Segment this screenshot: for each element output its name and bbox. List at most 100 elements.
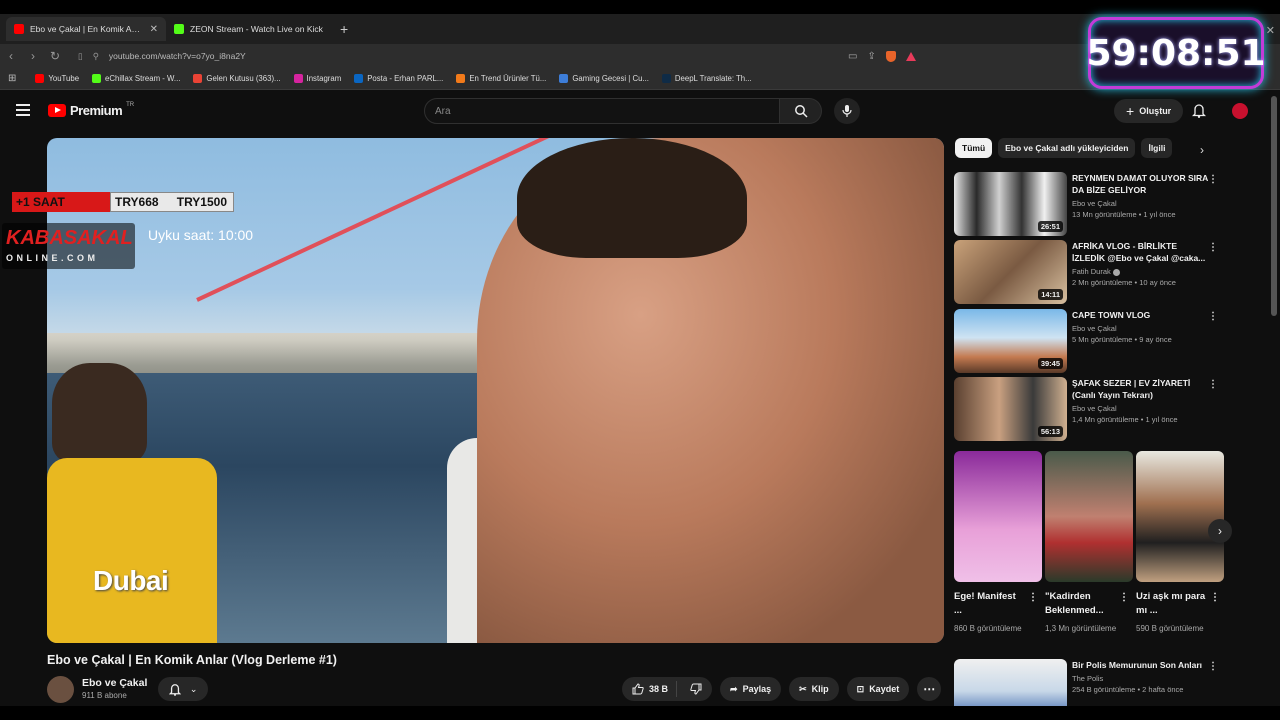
close-tab-icon[interactable]: ✕ bbox=[150, 24, 158, 35]
recommendation-item[interactable]: 56:13 ŞAFAK SEZER | EV ZİYARETİ (Canlı Y… bbox=[954, 377, 1224, 441]
brave-shield-icon[interactable] bbox=[885, 50, 896, 62]
more-icon: ⋯ bbox=[923, 682, 936, 696]
bookmark-deepl[interactable]: DeepL Translate: Th... bbox=[661, 74, 752, 83]
bookmark-label: eChillax Stream - W... bbox=[105, 74, 181, 83]
shorts-shelf: Ege! Manifest ... 860 B görüntüleme ⋮ "K… bbox=[954, 451, 1224, 651]
tab-youtube[interactable]: Ebo ve Çakal | En Komik Anlar ✕ bbox=[6, 17, 166, 41]
save-button[interactable]: ⊡ Kaydet bbox=[846, 677, 910, 701]
bookmark-label: Posta - Erhan PARL... bbox=[367, 74, 444, 83]
short-item[interactable]: Ege! Manifest ... 860 B görüntüleme ⋮ bbox=[954, 451, 1042, 635]
chip-all[interactable]: Tümü bbox=[955, 138, 993, 158]
page-scrollbar[interactable] bbox=[1271, 96, 1277, 316]
bookmark-trendyol[interactable]: En Trend Ürünler Tü... bbox=[456, 74, 546, 83]
site-info-icon[interactable]: ⚲ bbox=[93, 51, 99, 62]
more-vertical-icon[interactable]: ⋮ bbox=[1119, 592, 1129, 603]
bookmark-outlook[interactable]: Posta - Erhan PARL... bbox=[354, 74, 443, 83]
gaming-icon bbox=[559, 74, 569, 83]
more-vertical-icon[interactable]: ⋮ bbox=[1028, 592, 1038, 603]
bookmark-gaming[interactable]: Gaming Gecesi | Cu... bbox=[559, 74, 649, 83]
more-vertical-icon[interactable]: ⋮ bbox=[1208, 311, 1218, 322]
channel-name[interactable]: Ebo ve Çakal bbox=[82, 677, 147, 689]
dislike-button[interactable] bbox=[682, 683, 712, 695]
more-actions-button[interactable]: ⋯ bbox=[917, 677, 942, 701]
instagram-icon bbox=[293, 74, 303, 83]
trendyol-icon bbox=[456, 74, 466, 83]
brave-rewards-icon[interactable] bbox=[905, 51, 916, 61]
forward-icon[interactable]: › bbox=[22, 49, 44, 63]
recommendation-title: REYNMEN DAMAT OLUYOR SIRA DA BİZE GELİYO… bbox=[1072, 173, 1208, 195]
recommendation-title: Bir Polis Memurunun Son Anları bbox=[1072, 660, 1203, 670]
video-duration: 14:11 bbox=[1038, 289, 1063, 300]
share-button[interactable]: ➦ Paylaş bbox=[720, 677, 782, 701]
bookmark-label: En Trend Ürünler Tü... bbox=[469, 74, 547, 83]
chips-next-icon[interactable]: › bbox=[1200, 143, 1204, 157]
clip-button[interactable]: ✂ Klip bbox=[789, 677, 839, 701]
more-vertical-icon[interactable]: ⋮ bbox=[1208, 661, 1218, 672]
bookmark-instagram[interactable]: Instagram bbox=[293, 74, 341, 83]
video-player[interactable]: Dubai bbox=[47, 138, 944, 643]
short-item[interactable]: Uzi aşk mı para mı ... 590 B görüntüleme… bbox=[1136, 451, 1224, 635]
top-black-strip bbox=[0, 0, 1280, 14]
channel-avatar[interactable] bbox=[47, 676, 74, 703]
video-yellow-shirt bbox=[47, 458, 217, 643]
price-1: TRY668 bbox=[115, 195, 159, 209]
like-button[interactable]: 38 B bbox=[622, 681, 678, 697]
create-button[interactable]: + Oluştur bbox=[1114, 99, 1184, 123]
recommendation-meta: 5 Mn görüntüleme • 9 ay önce bbox=[1072, 335, 1172, 344]
subscription-bell-button[interactable]: ⌄ bbox=[158, 677, 208, 701]
recommendation-title: ŞAFAK SEZER | EV ZİYARETİ (Canlı Yayın T… bbox=[1072, 378, 1191, 400]
kick-icon bbox=[92, 74, 102, 83]
tab-kick[interactable]: ZEON Stream - Watch Live on Kick bbox=[166, 17, 334, 41]
bookmark-youtube[interactable]: YouTube bbox=[35, 74, 79, 83]
subscriber-count: 911 B abone bbox=[82, 691, 127, 700]
new-tab-icon[interactable]: + bbox=[340, 21, 348, 37]
address-bar[interactable]: ▯ ⚲ youtube.com/watch?v=o7yo_i8na2Y bbox=[78, 47, 818, 65]
apps-grid-icon[interactable]: ⊞ bbox=[8, 73, 16, 84]
recommendation-item[interactable]: 39:45 CAPE TOWN VLOG Ebo ve Çakal 5 Mn g… bbox=[954, 309, 1224, 373]
recommendation-channel: Ebo ve Çakal bbox=[1072, 404, 1117, 413]
share-page-icon[interactable]: ⇪ bbox=[867, 51, 875, 62]
youtube-premium-logo[interactable]: Premium TR bbox=[48, 102, 134, 118]
shorts-next-button[interactable]: › bbox=[1208, 519, 1232, 543]
recommendation-title: AFRİKA VLOG - BİRLİKTE İZLEDİK @Ebo ve Ç… bbox=[1072, 241, 1206, 263]
more-vertical-icon[interactable]: ⋮ bbox=[1208, 379, 1218, 390]
reload-icon[interactable]: ↻ bbox=[44, 49, 66, 63]
youtube-favicon-icon bbox=[14, 24, 24, 34]
search-input[interactable]: Ara bbox=[424, 98, 780, 124]
youtube-play-icon bbox=[48, 104, 66, 117]
close-icon[interactable]: ✕ bbox=[1266, 24, 1275, 37]
search-button[interactable] bbox=[780, 98, 822, 124]
recommendation-item[interactable]: 26:51 REYNMEN DAMAT OLUYOR SIRA DA BİZE … bbox=[954, 172, 1224, 236]
recommendation-meta: 1,4 Mn görüntüleme • 1 yıl önce bbox=[1072, 415, 1178, 424]
back-icon[interactable]: ‹ bbox=[0, 49, 22, 63]
notifications-button[interactable] bbox=[1191, 103, 1207, 123]
bookmark-echillax[interactable]: eChillax Stream - W... bbox=[92, 74, 180, 83]
bookmark-page-icon[interactable]: ▯ bbox=[78, 51, 83, 62]
more-vertical-icon[interactable]: ⋮ bbox=[1208, 242, 1218, 253]
outlook-icon bbox=[354, 74, 364, 83]
recommendation-channel: The Polis bbox=[1072, 674, 1104, 683]
menu-icon[interactable] bbox=[16, 104, 30, 116]
donation-red-label: +1 SAAT bbox=[12, 192, 110, 212]
kabasakal-logo-bottom: ONLINE.COM bbox=[6, 253, 99, 263]
video-person-back bbox=[52, 363, 147, 463]
share-label: Paylaş bbox=[742, 684, 772, 694]
tab-title: Ebo ve Çakal | En Komik Anlar bbox=[30, 24, 144, 34]
more-vertical-icon[interactable]: ⋮ bbox=[1208, 174, 1218, 185]
chip-uploader[interactable]: Ebo ve Çakal adlı yükleyiciden bbox=[998, 138, 1136, 158]
recommendation-channel: Fatih Durak bbox=[1072, 267, 1210, 276]
like-dislike-group: 38 B bbox=[622, 677, 713, 701]
chip-related[interactable]: İlgili bbox=[1141, 138, 1173, 158]
recommendation-thumbnail: 56:13 bbox=[954, 377, 1067, 441]
short-item[interactable]: "Kadirden Beklenmed... 1,3 Mn görüntülem… bbox=[1045, 451, 1133, 635]
voice-search-button[interactable] bbox=[834, 98, 860, 124]
bottom-black-strip bbox=[0, 706, 1280, 720]
more-vertical-icon[interactable]: ⋮ bbox=[1210, 592, 1220, 603]
recommendation-item[interactable]: 14:11 AFRİKA VLOG - BİRLİKTE İZLEDİK @Eb… bbox=[954, 240, 1224, 304]
bookmark-label: Gelen Kutusu (363)... bbox=[206, 74, 281, 83]
account-avatar[interactable] bbox=[1232, 103, 1248, 119]
cast-icon[interactable]: ▭ bbox=[848, 51, 857, 62]
youtube-icon bbox=[35, 74, 45, 83]
bookmark-gmail[interactable]: Gelen Kutusu (363)... bbox=[193, 74, 281, 83]
kabasakal-logo-top: KABASAKAL bbox=[6, 227, 133, 249]
